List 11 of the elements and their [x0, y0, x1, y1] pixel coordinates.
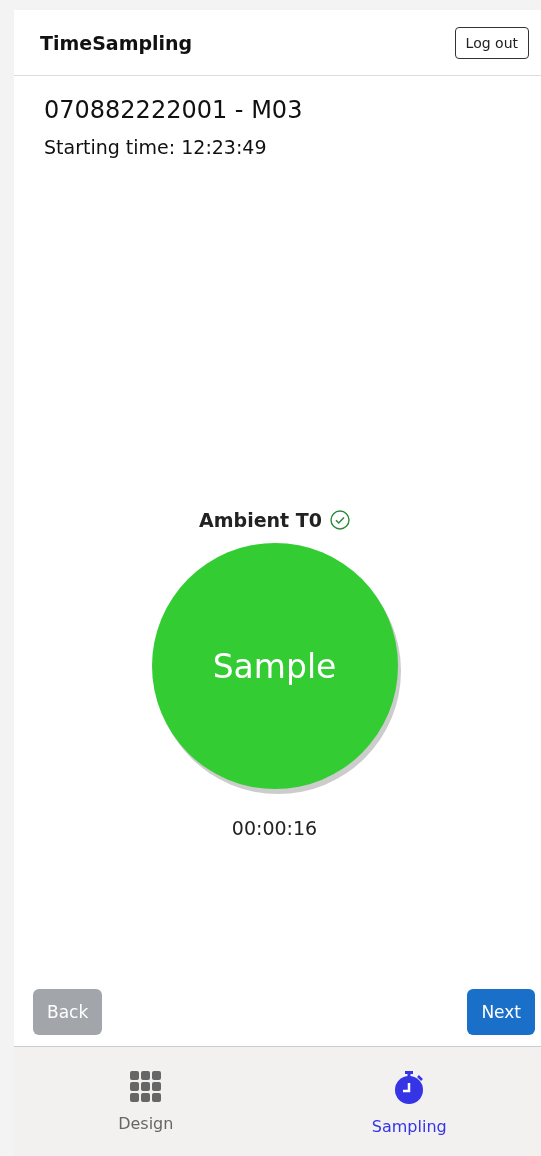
nav-tab[interactable]: Sampling [277, 1047, 541, 1156]
app-title: TimeSampling [40, 31, 193, 54]
action-button[interactable]: Next [467, 989, 535, 1035]
logout-button[interactable]: Log out [454, 26, 529, 59]
sample-id: 070882222001 - M03 [44, 96, 304, 124]
starting-time: Starting time: 12:23:49 [44, 136, 268, 158]
elapsed-time: 00:00:16 [231, 817, 318, 839]
stopwatch-icon [393, 1071, 426, 1105]
step-label: Ambient T0 [199, 509, 322, 531]
nav-tab[interactable]: Design [14, 1047, 278, 1156]
grid-icon [130, 1071, 162, 1102]
